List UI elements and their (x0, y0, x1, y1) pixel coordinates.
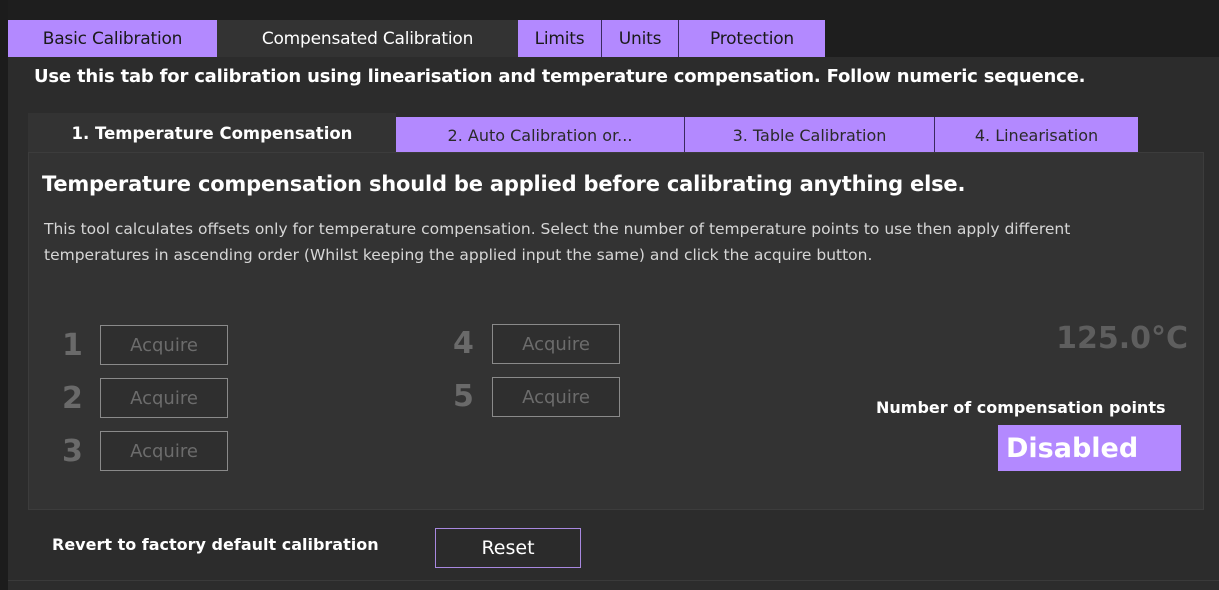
point-number-3: 3 (62, 434, 83, 469)
bottom-divider (8, 580, 1219, 581)
calibration-window: Basic Calibration Compensated Calibratio… (8, 0, 1219, 590)
subtab-auto-calibration[interactable]: 2. Auto Calibration or... (396, 117, 684, 153)
acquire-button-4[interactable]: Acquire (492, 324, 620, 364)
acquire-button-1[interactable]: Acquire (100, 325, 228, 365)
acquire-button-2[interactable]: Acquire (100, 378, 228, 418)
tab-protection[interactable]: Protection (678, 20, 825, 57)
compensation-points-label: Number of compensation points (876, 398, 1166, 417)
instructions-text: Use this tab for calibration using linea… (34, 66, 1086, 87)
tab-limits[interactable]: Limits (518, 20, 601, 57)
point-number-5: 5 (453, 379, 474, 414)
compensation-points-select[interactable]: Disabled (998, 425, 1181, 471)
panel-heading: Temperature compensation should be appli… (42, 172, 966, 196)
panel-description: This tool calculates offsets only for te… (44, 220, 1071, 264)
tab-units[interactable]: Units (601, 20, 678, 57)
point-number-2: 2 (62, 381, 83, 416)
acquire-button-5[interactable]: Acquire (492, 377, 620, 417)
acquire-button-3[interactable]: Acquire (100, 431, 228, 471)
tab-basic-calibration[interactable]: Basic Calibration (8, 20, 217, 57)
subtab-temperature-compensation[interactable]: 1. Temperature Compensation (28, 113, 396, 153)
point-number-4: 4 (453, 326, 474, 361)
subtab-linearisation[interactable]: 4. Linearisation (934, 117, 1138, 153)
reset-button[interactable]: Reset (435, 528, 581, 568)
temperature-readout: 125.0°C (1056, 321, 1188, 356)
revert-label: Revert to factory default calibration (52, 535, 379, 554)
subtab-table-calibration[interactable]: 3. Table Calibration (684, 117, 934, 153)
point-number-1: 1 (62, 328, 83, 363)
tab-compensated-calibration[interactable]: Compensated Calibration (217, 20, 518, 57)
